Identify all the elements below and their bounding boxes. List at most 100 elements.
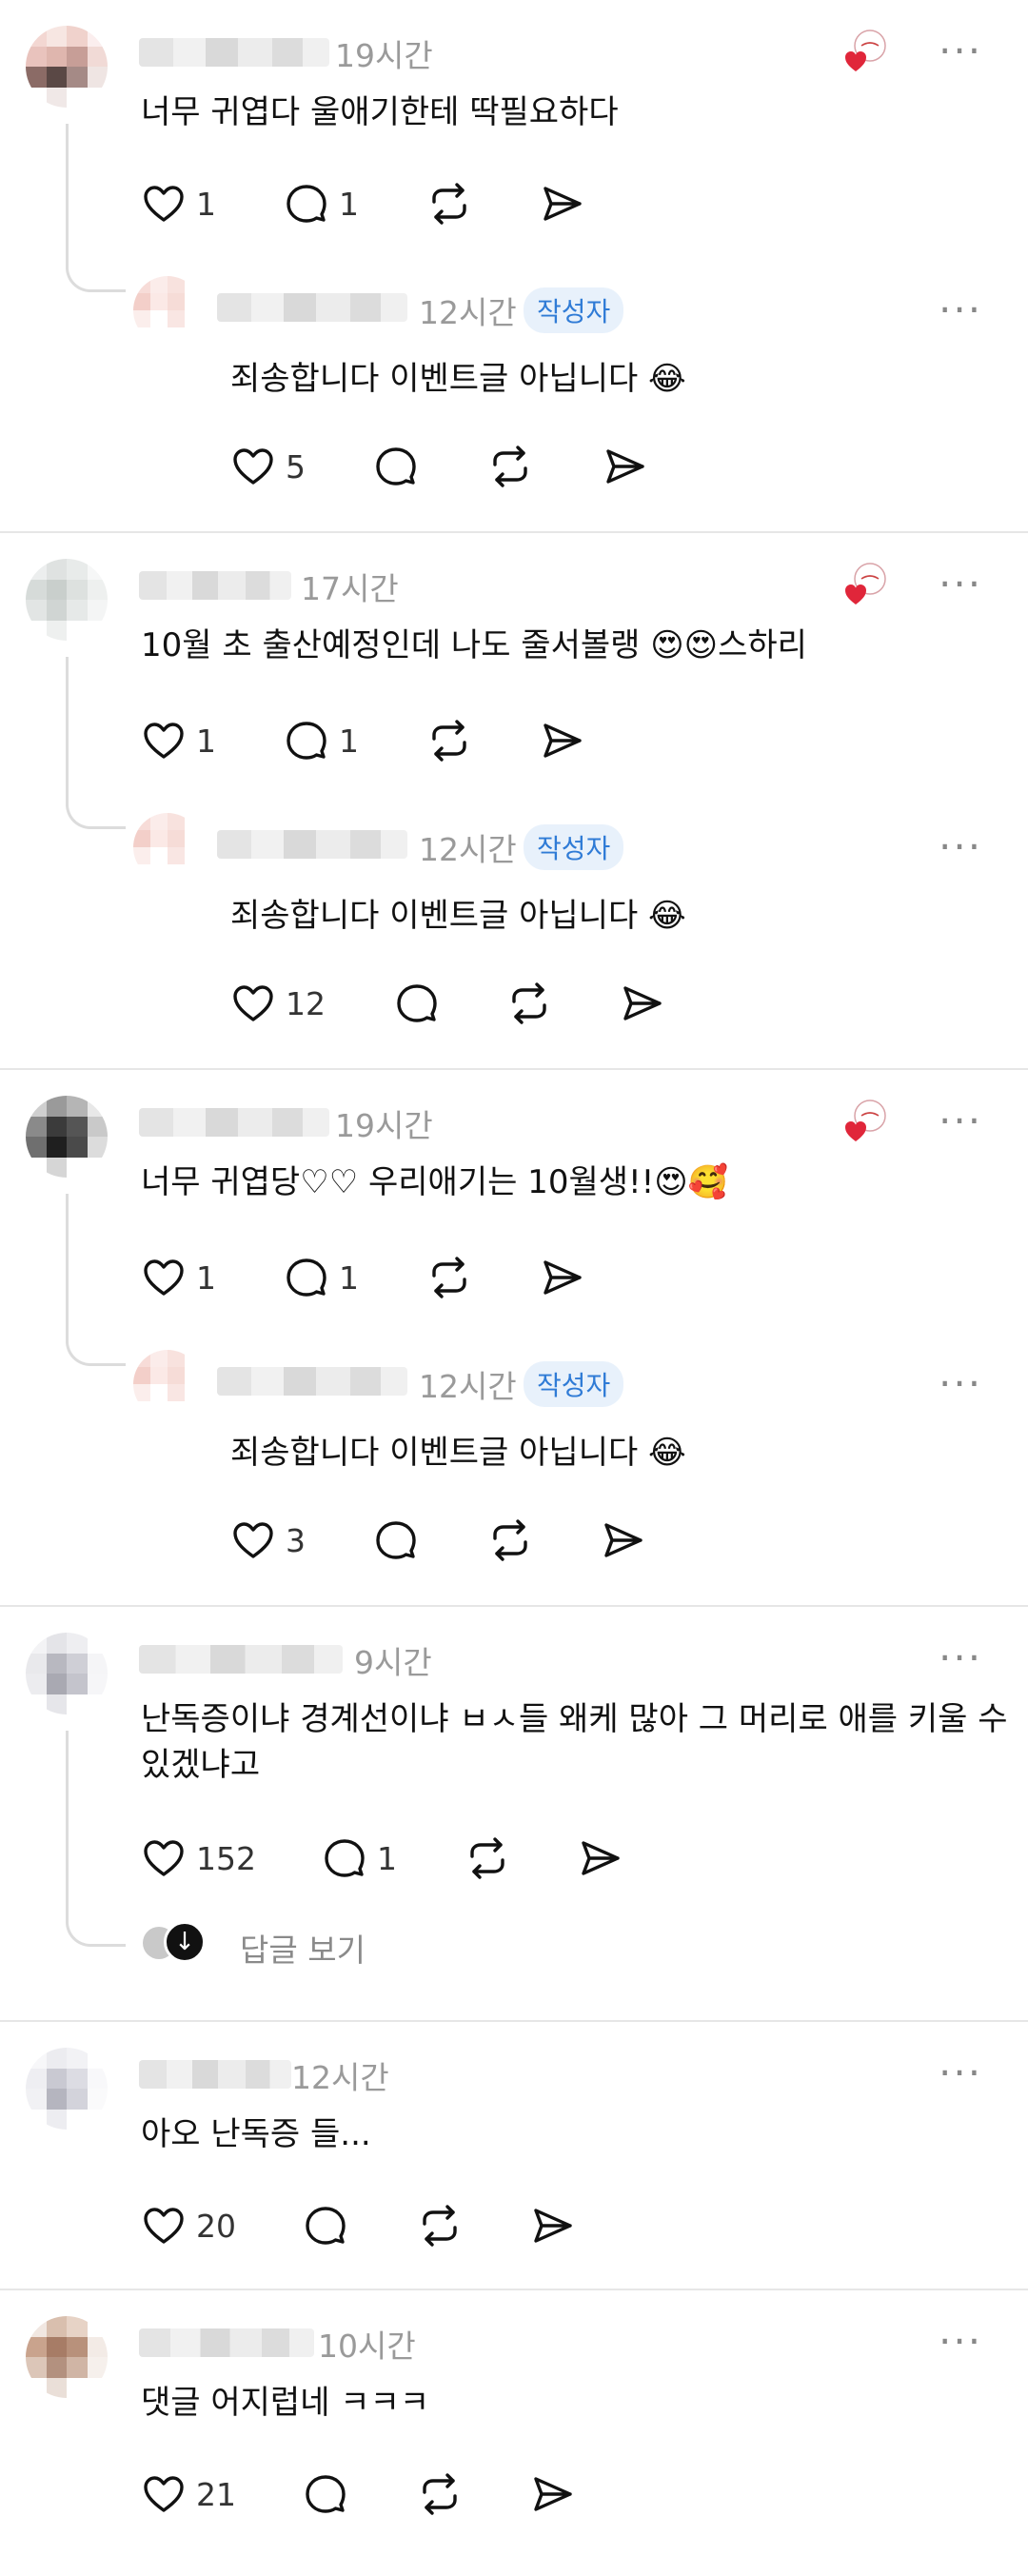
reply-more-options-button[interactable]: ··· xyxy=(939,1364,982,1404)
send-icon[interactable] xyxy=(539,718,584,763)
username[interactable] xyxy=(139,38,329,67)
repost-icon[interactable] xyxy=(426,1255,472,1300)
like-button[interactable]: 1 xyxy=(141,718,216,763)
send-icon[interactable] xyxy=(619,981,664,1026)
author-liked-heart-icon xyxy=(843,1099,889,1144)
more-options-button[interactable]: ··· xyxy=(939,1101,982,1141)
like-count: 1 xyxy=(196,1258,216,1297)
like-button[interactable]: 152 xyxy=(141,1835,256,1881)
reply-count: 1 xyxy=(339,185,359,223)
repost-icon[interactable] xyxy=(465,1835,510,1881)
thread-4: 9시간 ··· 난독증이냐 경계선이냐 ㅂㅅ들 왜케 많아 그 머리로 애를 키… xyxy=(0,1607,1028,2022)
comment-icon[interactable] xyxy=(373,1517,419,1563)
reply-like-button[interactable]: 5 xyxy=(230,444,306,489)
more-options-button[interactable]: ··· xyxy=(939,31,982,71)
like-count: 5 xyxy=(286,447,306,485)
repost-icon[interactable] xyxy=(506,981,552,1026)
reply-avatar[interactable] xyxy=(133,1350,202,1418)
repost-icon[interactable] xyxy=(426,181,472,227)
reply-text: 죄송합니다 이벤트글 아닙니다 😂 xyxy=(230,1434,686,1472)
send-icon[interactable] xyxy=(600,1517,645,1563)
heart-icon xyxy=(230,1517,276,1563)
like-button[interactable]: 1 xyxy=(141,1255,216,1300)
like-button[interactable]: 21 xyxy=(141,2471,236,2517)
reply-avatar[interactable] xyxy=(133,276,202,345)
like-count: 20 xyxy=(196,2207,236,2245)
author-liked-heart-icon xyxy=(843,29,889,74)
view-replies-link[interactable]: 답글 보기 xyxy=(240,1925,366,1971)
thread-line xyxy=(66,124,69,257)
author-badge: 작성자 xyxy=(524,1361,624,1407)
reply-button[interactable]: 1 xyxy=(284,1255,359,1300)
avatar[interactable] xyxy=(26,1096,108,1178)
view-replies-avatars[interactable]: ↓ xyxy=(143,1921,209,1963)
comment-text: 10월 초 출산예정인데 나도 줄서볼랭 😍😍스하리 xyxy=(141,626,807,664)
repost-icon[interactable] xyxy=(417,2203,463,2249)
like-button[interactable]: 1 xyxy=(141,181,216,227)
send-icon[interactable] xyxy=(529,2471,575,2517)
thread-3: 19시간 ··· 너무 귀엽당♡♡ 우리애기는 10월생!!😍🥰 1 1 12시… xyxy=(0,1070,1028,1607)
send-icon[interactable] xyxy=(539,1255,584,1300)
like-count: 3 xyxy=(286,1521,306,1559)
repost-icon[interactable] xyxy=(487,444,533,489)
timestamp: 19시간 xyxy=(335,37,433,74)
heart-icon xyxy=(230,444,276,489)
author-liked-heart-icon xyxy=(843,562,889,607)
username[interactable] xyxy=(139,1645,343,1674)
thread-1: 19시간 ··· 너무 귀엽다 울애기한테 딱필요하다 1 1 12시간 작성자… xyxy=(0,0,1028,533)
reply-button[interactable]: 1 xyxy=(322,1835,397,1881)
thread-elbow xyxy=(66,1910,126,1947)
comment-icon[interactable] xyxy=(394,981,440,1026)
author-badge: 작성자 xyxy=(524,287,624,333)
more-options-button[interactable]: ··· xyxy=(939,565,982,604)
more-options-button[interactable]: ··· xyxy=(939,1638,982,1678)
send-icon[interactable] xyxy=(577,1835,623,1881)
comment-icon[interactable] xyxy=(373,444,419,489)
like-count: 1 xyxy=(196,722,216,760)
reply-more-options-button[interactable]: ··· xyxy=(939,290,982,330)
reply-avatar[interactable] xyxy=(133,813,202,882)
avatar[interactable] xyxy=(26,2316,108,2398)
timestamp: 19시간 xyxy=(335,1107,433,1144)
repost-icon[interactable] xyxy=(426,718,472,763)
reply-like-button[interactable]: 12 xyxy=(230,981,326,1026)
heart-icon xyxy=(141,2203,187,2249)
reply-button[interactable]: 1 xyxy=(284,718,359,763)
avatar[interactable] xyxy=(26,26,108,108)
repost-icon[interactable] xyxy=(487,1517,533,1563)
timestamp: 10시간 xyxy=(318,2328,416,2365)
repost-icon[interactable] xyxy=(417,2471,463,2517)
heart-icon xyxy=(141,2471,187,2517)
avatar[interactable] xyxy=(26,1633,108,1714)
comment-icon xyxy=(322,1835,367,1881)
username[interactable] xyxy=(139,571,291,600)
reply-like-button[interactable]: 3 xyxy=(230,1517,306,1563)
reply-username[interactable] xyxy=(217,1367,407,1396)
more-options-button[interactable]: ··· xyxy=(939,2053,982,2093)
thread-6: 10시간 ··· 댓글 어지럽네 ㅋㅋㅋ 21 xyxy=(0,2290,1028,2576)
reply-count: 1 xyxy=(339,1258,359,1297)
reply-more-options-button[interactable]: ··· xyxy=(939,827,982,867)
reply-count: 1 xyxy=(339,722,359,760)
reply-text: 죄송합니다 이벤트글 아닙니다 😂 xyxy=(230,897,686,935)
more-options-button[interactable]: ··· xyxy=(939,2322,982,2362)
timestamp: 12시간 xyxy=(291,2059,389,2096)
like-button[interactable]: 20 xyxy=(141,2203,236,2249)
username[interactable] xyxy=(139,2060,291,2089)
send-icon[interactable] xyxy=(529,2203,575,2249)
reply-username[interactable] xyxy=(217,293,407,322)
thread-5: 12시간 ··· 아오 난독증 들... 20 xyxy=(0,2022,1028,2290)
username[interactable] xyxy=(139,2328,314,2357)
comment-icon[interactable] xyxy=(303,2203,348,2249)
send-icon[interactable] xyxy=(602,444,647,489)
reply-timestamp: 12시간 xyxy=(419,294,517,331)
avatar[interactable] xyxy=(26,2048,108,2130)
heart-icon xyxy=(141,181,187,227)
comment-icon[interactable] xyxy=(303,2471,348,2517)
reply-timestamp: 12시간 xyxy=(419,831,517,868)
send-icon[interactable] xyxy=(539,181,584,227)
reply-username[interactable] xyxy=(217,830,407,859)
reply-button[interactable]: 1 xyxy=(284,181,359,227)
avatar[interactable] xyxy=(26,559,108,641)
username[interactable] xyxy=(139,1108,329,1137)
